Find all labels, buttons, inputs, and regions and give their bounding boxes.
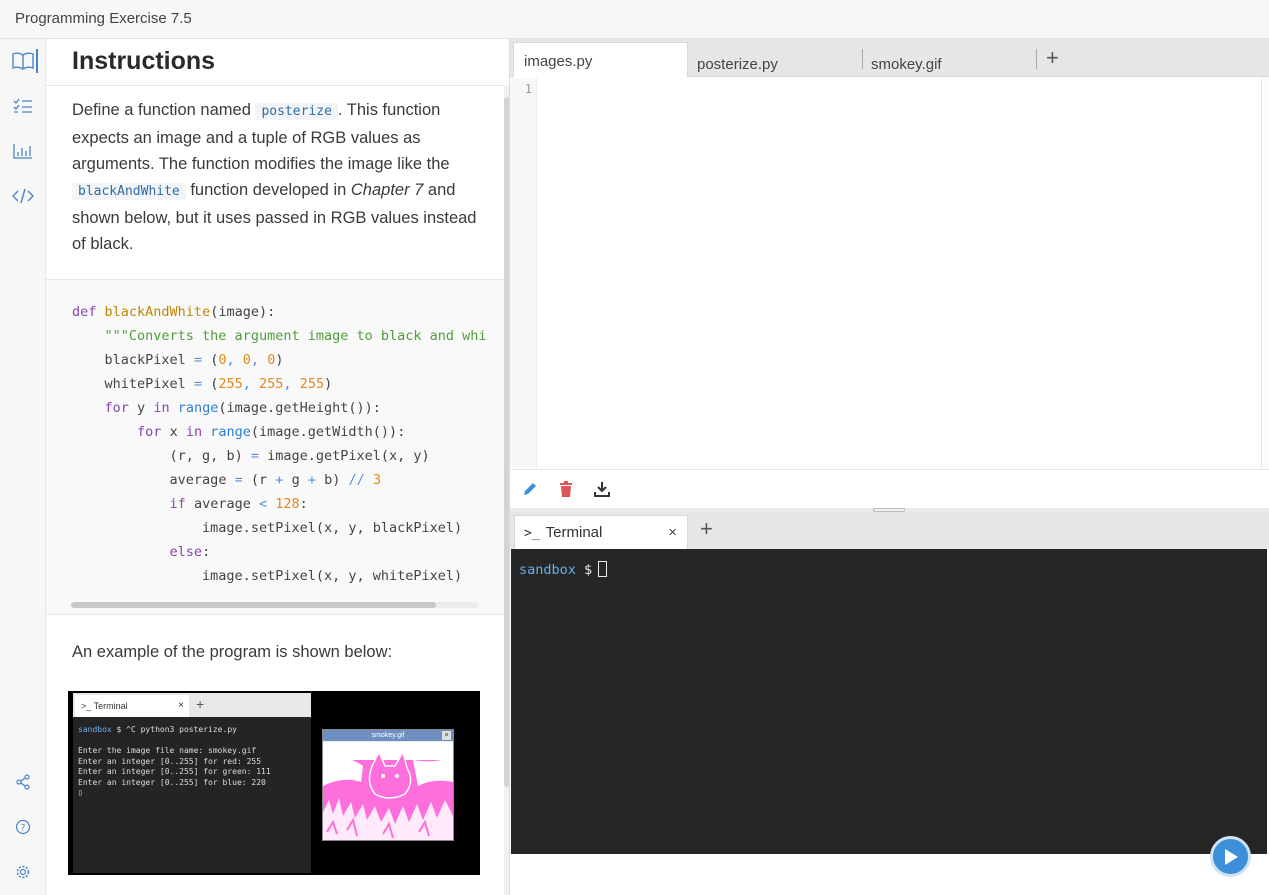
instructions-panel: Instructions Define a function named pos… (46, 39, 510, 895)
example-caption: An example of the program is shown below… (72, 643, 393, 661)
inline-code-posterize: posterize (255, 103, 338, 120)
chapter-reference: Chapter 7 (350, 181, 424, 199)
instructions-text: Define a function named posterize. This … (72, 101, 477, 253)
add-file-tab-button[interactable]: + (1046, 45, 1059, 71)
play-icon (1224, 848, 1238, 865)
trash-icon[interactable] (557, 480, 575, 498)
terminal-tab-bar: >_ Terminal × + (510, 512, 1269, 549)
code-horizontal-scrollbar[interactable] (71, 602, 479, 608)
settings-icon[interactable] (11, 860, 35, 884)
pencil-icon[interactable] (521, 480, 539, 498)
editor-scrollbar[interactable] (1261, 78, 1269, 468)
terminal-prompt-line: sandbox $ (519, 561, 608, 578)
svg-text:?: ? (21, 824, 26, 834)
editor-text-area[interactable] (537, 78, 1261, 468)
terminal-panel: >_ Terminal × + sandbox $ (510, 512, 1269, 895)
left-rail: ? (0, 39, 46, 895)
tab-images-py[interactable]: images.py (513, 42, 688, 77)
terminal-output[interactable]: sandbox $ (511, 549, 1267, 854)
share-icon[interactable] (11, 770, 35, 794)
code-editor: images.py posterize.py smokey.gif + 1 (510, 39, 1269, 510)
code-block: def blackAndWhite(image): """Converts th… (46, 279, 504, 615)
download-icon[interactable] (593, 480, 611, 498)
example-image-window: smokey.gif × (322, 729, 454, 841)
terminal-cursor (598, 561, 608, 577)
add-terminal-button[interactable]: + (700, 516, 713, 542)
chart-icon[interactable] (11, 139, 35, 163)
tab-terminal[interactable]: >_ Terminal × (514, 515, 688, 549)
line-number-gutter: 1 (510, 78, 537, 468)
example-terminal: >_ Terminal × + sandbox $ ^C python3 post… (73, 693, 311, 873)
example-terminal-output: sandbox $ ^C python3 posterize.py Enter … (78, 725, 271, 797)
inline-code-blackandwhite: blackAndWhite (72, 183, 186, 200)
run-button[interactable] (1210, 836, 1251, 877)
code-listing: def blackAndWhite(image): """Converts th… (72, 304, 487, 584)
title-bar: Programming Exercise 7.5 (0, 0, 1269, 39)
divider (46, 85, 504, 86)
checklist-icon[interactable] (11, 94, 35, 118)
close-icon[interactable]: × (668, 524, 677, 541)
scrollbar-thumb[interactable] (71, 602, 436, 608)
posterized-cat-image (323, 742, 453, 840)
code-icon[interactable] (11, 184, 35, 208)
instructions-heading: Instructions (72, 47, 216, 75)
tab-posterize-py[interactable]: posterize.py (687, 49, 863, 73)
terminal-prompt-icon: >_ (524, 526, 540, 541)
exercise-title: Programming Exercise 7.5 (15, 10, 192, 27)
editor-toolbar (510, 469, 1269, 509)
editor-tab-bar: images.py posterize.py smokey.gif + (510, 39, 1269, 77)
example-screenshot: >_ Terminal × + sandbox $ ^C python3 post… (68, 691, 480, 875)
help-icon[interactable]: ? (11, 815, 35, 839)
tab-smokey-gif[interactable]: smokey.gif (861, 49, 1037, 73)
book-icon[interactable] (11, 49, 38, 73)
